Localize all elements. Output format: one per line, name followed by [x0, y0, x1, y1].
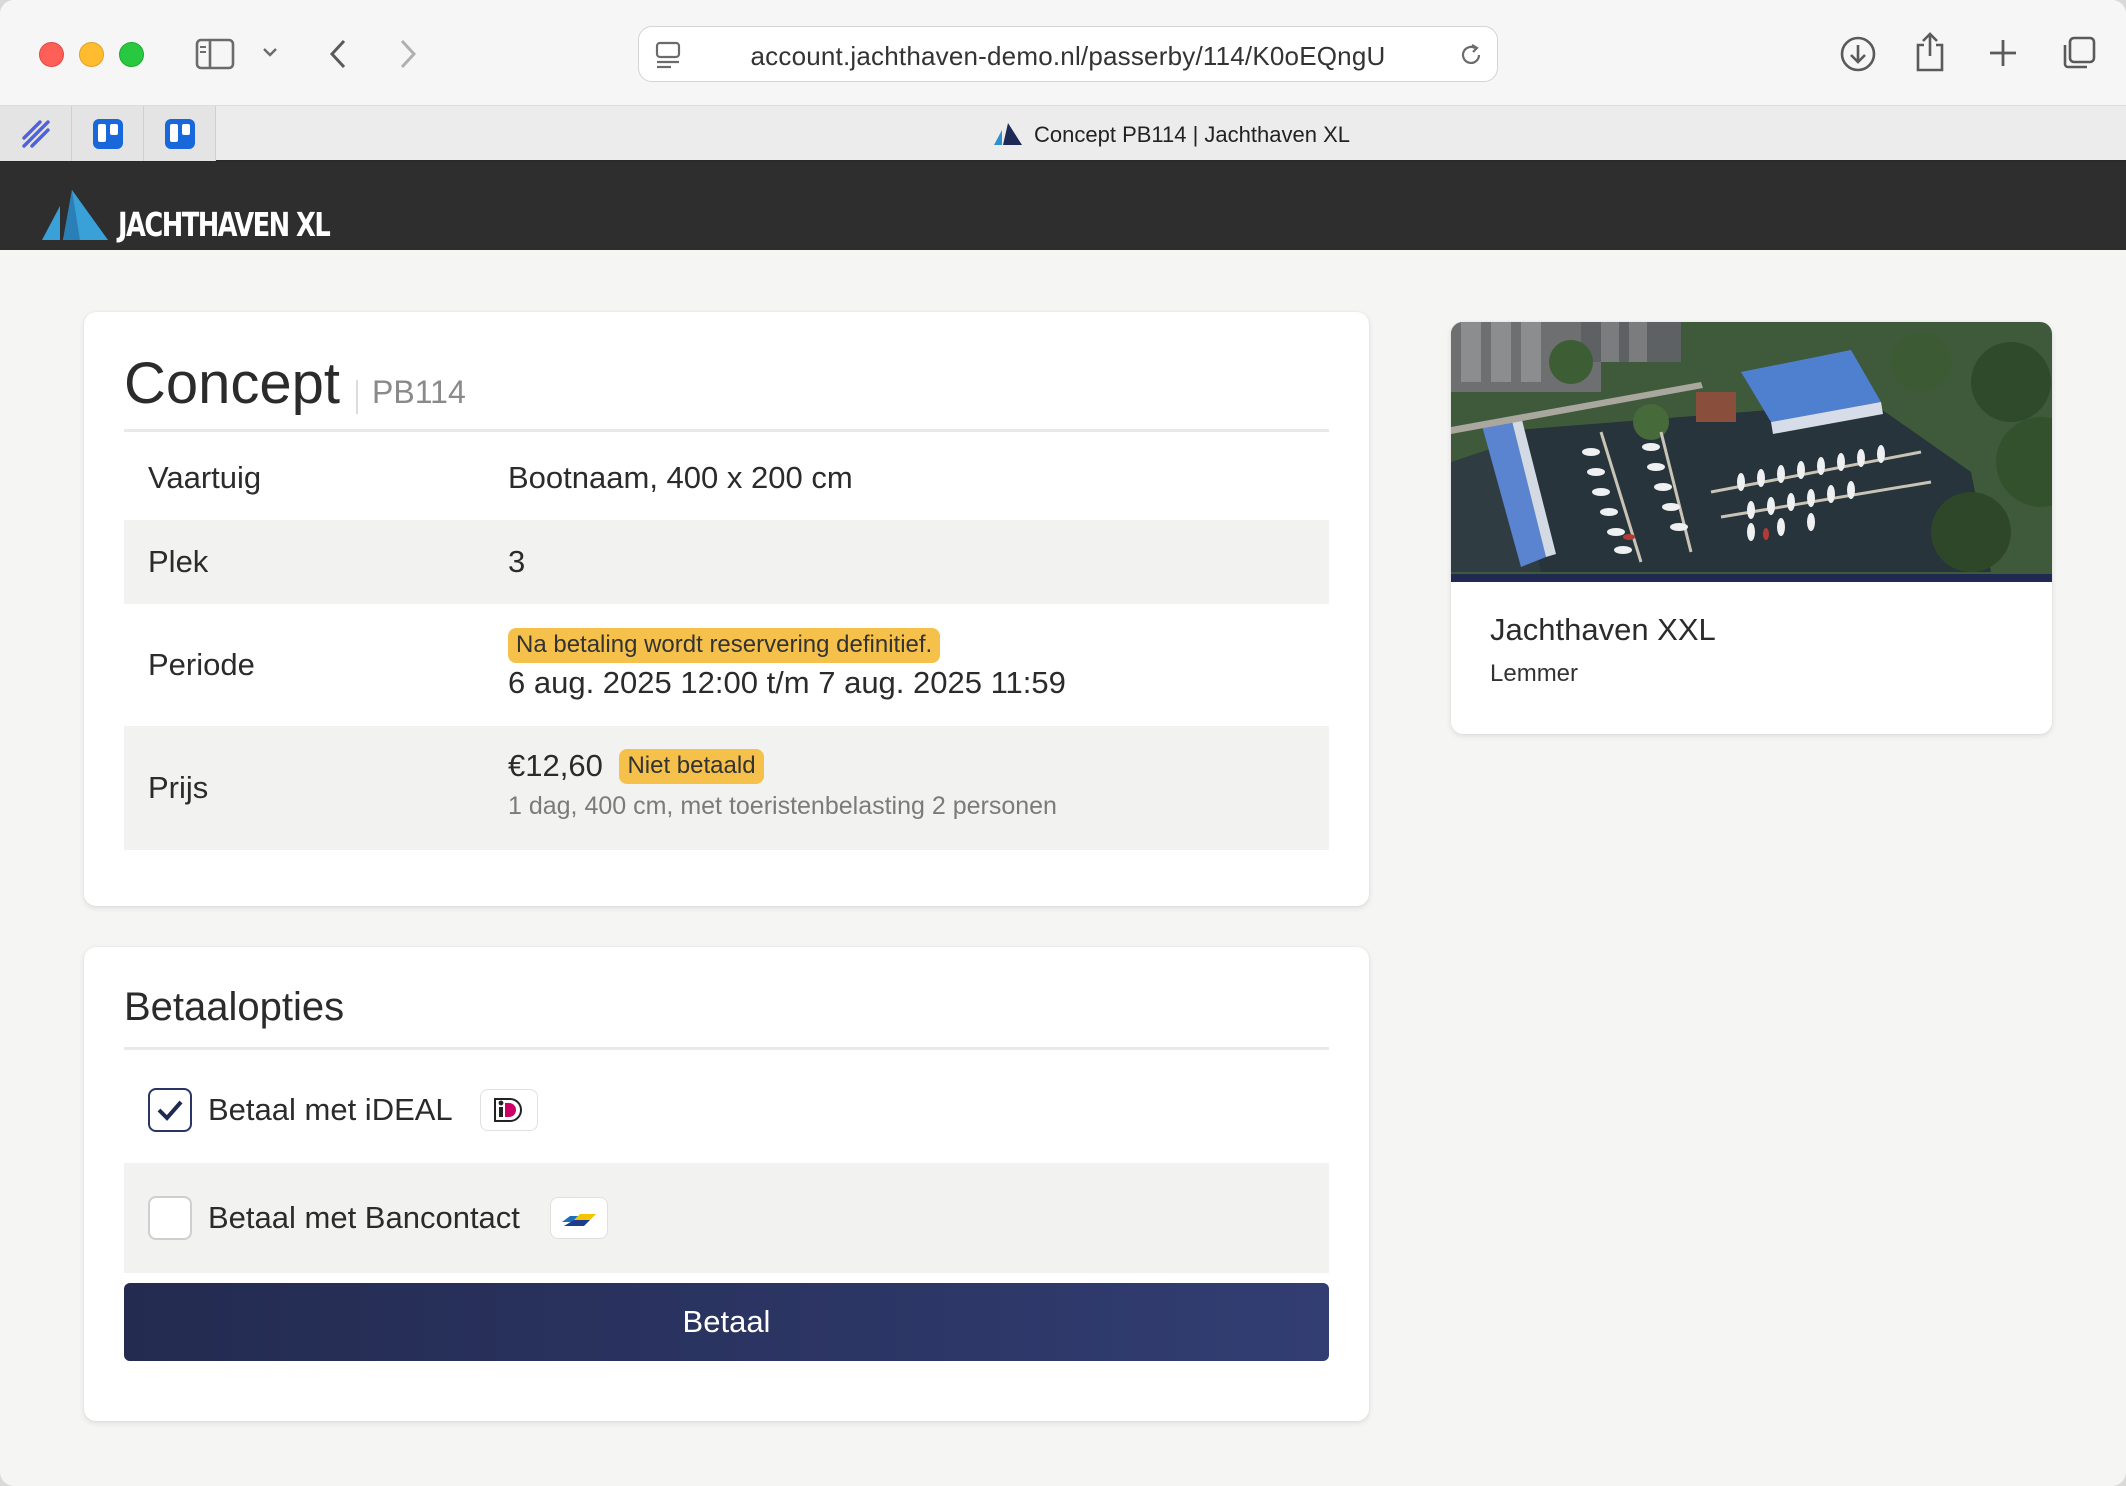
- booking-heading: Concept PB114: [124, 350, 1329, 432]
- harbour-location: Lemmer: [1490, 660, 1579, 687]
- back-arrow-icon[interactable]: [324, 36, 352, 72]
- close-window-button[interactable]: [39, 42, 64, 67]
- status-badge: Na betaling wordt reservering definitief…: [508, 628, 941, 663]
- minimize-window-button[interactable]: [79, 42, 104, 67]
- detail-row-vessel: Vaartuig Bootnaam, 400 x 200 cm: [124, 436, 1329, 520]
- booking-code: PB114: [372, 374, 466, 410]
- heading-divider: [356, 379, 359, 414]
- payment-option-bancontact[interactable]: Betaal met Bancontact: [124, 1163, 1329, 1273]
- booking-card: Concept PB114 Vaartuig Bootnaam, 400 x 2…: [84, 312, 1369, 906]
- address-bar[interactable]: account.jachthaven-demo.nl/passerby/114/…: [638, 26, 1498, 82]
- payment-heading: Betaalopties: [124, 985, 1329, 1050]
- browser-toolbar: account.jachthaven-demo.nl/passerby/114/…: [0, 0, 2126, 106]
- detail-row-period: Periode Na betaling wordt reservering de…: [124, 604, 1329, 726]
- harbour-name: Jachthaven XXL: [1490, 612, 1716, 647]
- row-label: Vaartuig: [148, 460, 262, 495]
- trello-icon: [164, 118, 195, 149]
- ideal-checkbox[interactable]: [148, 1088, 192, 1132]
- payment-option-ideal[interactable]: Betaal met iDEAL: [124, 1055, 1329, 1165]
- url-text: account.jachthaven-demo.nl/passerby/114/…: [750, 41, 1386, 71]
- price-amount: €12,60: [508, 748, 603, 783]
- period-value: Na betaling wordt reservering definitief…: [508, 624, 1066, 701]
- row-value: Bootnaam, 400 x 200 cm: [508, 460, 853, 495]
- bancontact-checkbox[interactable]: [148, 1196, 192, 1240]
- browser-window: account.jachthaven-demo.nl/passerby/114/…: [0, 0, 2126, 1486]
- tab-title-text: Concept PB114 | Jachthaven XL: [1034, 122, 1350, 147]
- zoom-window-button[interactable]: [119, 42, 144, 67]
- detail-row-price: Prijs €12,60 Niet betaald 1 dag, 400 cm,…: [124, 726, 1329, 850]
- price-detail: 1 dag, 400 cm, met toeristenbelasting 2 …: [508, 792, 1057, 820]
- pinned-tab-trello-1[interactable]: [72, 106, 144, 161]
- brand-logo[interactable]: JACHTHAVEN XL: [40, 184, 389, 244]
- forward-arrow-icon[interactable]: [394, 36, 422, 72]
- chevron-down-icon[interactable]: [260, 42, 280, 62]
- checkmark-icon: [157, 1100, 183, 1121]
- pinned-tab-trello-2[interactable]: [144, 106, 216, 161]
- trello-icon: [92, 118, 123, 149]
- detail-row-spot: Plek 3: [124, 520, 1329, 604]
- pay-button[interactable]: Betaal: [124, 1283, 1329, 1361]
- row-value: 3: [508, 544, 526, 579]
- pinned-tab-linear[interactable]: [0, 106, 72, 161]
- bancontact-label: Betaal met Bancontact: [208, 1200, 520, 1235]
- tab-strip: Concept PB114 | Jachthaven XL: [0, 106, 2126, 162]
- ideal-label: Betaal met iDEAL: [208, 1092, 453, 1127]
- download-icon[interactable]: [1838, 34, 1878, 74]
- payment-card: Betaalopties Betaal met iDEAL Betaal met…: [84, 947, 1369, 1421]
- period-dates: 6 aug. 2025 12:00 t/m 7 aug. 2025 11:59: [508, 664, 1066, 700]
- harbour-aerial-photo: [1451, 322, 2052, 582]
- bancontact-logo-icon: [550, 1197, 608, 1239]
- active-tab[interactable]: Concept PB114 | Jachthaven XL: [216, 122, 2126, 152]
- tab-overview-icon[interactable]: [2060, 34, 2098, 72]
- payment-status-badge: Niet betaald: [619, 749, 764, 784]
- site-header: JACHTHAVEN XL: [0, 162, 2126, 250]
- row-label: Prijs: [148, 770, 209, 805]
- share-icon[interactable]: [1912, 30, 1948, 74]
- brand-name: JACHTHAVEN XL: [118, 205, 331, 244]
- sailboat-logo-icon: [42, 190, 108, 240]
- page-title: Concept: [124, 351, 341, 416]
- sailboat-favicon-icon: [992, 122, 1024, 152]
- ideal-logo-icon: [480, 1089, 538, 1131]
- reload-icon[interactable]: [1457, 41, 1485, 69]
- new-tab-plus-icon[interactable]: [1986, 36, 2020, 70]
- linear-icon: [21, 119, 50, 148]
- sidebar-toggle-icon[interactable]: [194, 36, 236, 72]
- price-value: €12,60 Niet betaald 1 dag, 400 cm, met t…: [508, 748, 1057, 821]
- row-label: Plek: [148, 544, 209, 579]
- row-label: Periode: [148, 647, 255, 682]
- harbour-card[interactable]: Jachthaven XXL Lemmer: [1451, 322, 2052, 734]
